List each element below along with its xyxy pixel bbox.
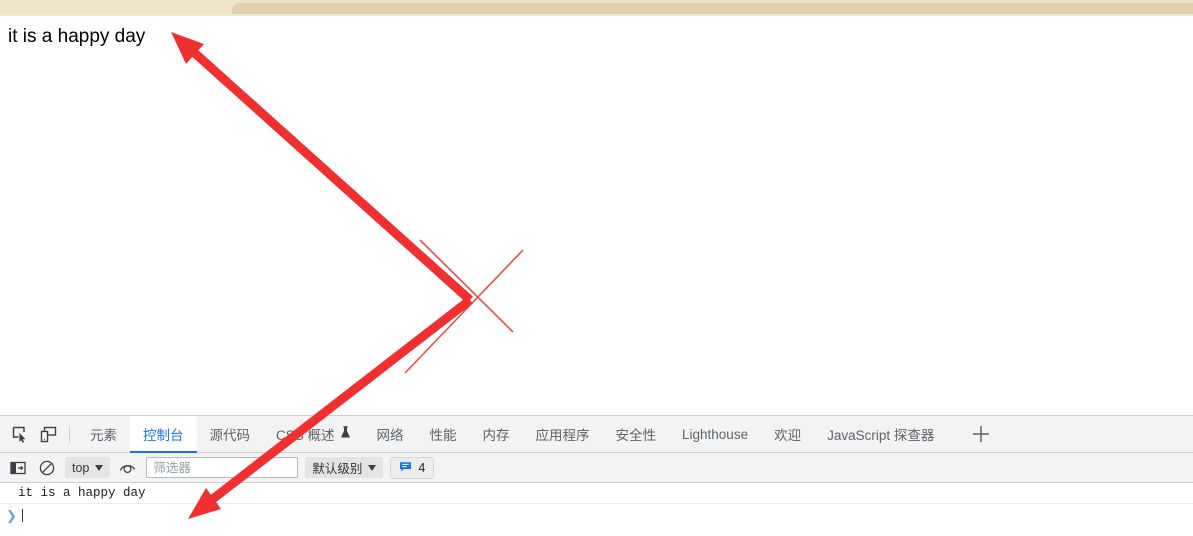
tab-label: 控制台: [143, 427, 184, 443]
console-filter-input[interactable]: [146, 457, 299, 478]
live-expression-icon[interactable]: [117, 457, 139, 479]
console-message-list: it is a happy day ❯: [0, 483, 1193, 534]
tab-performance[interactable]: 性能: [417, 416, 470, 452]
page-text: it is a happy day: [8, 26, 146, 47]
inspect-element-icon[interactable]: [6, 420, 34, 448]
chevron-down-icon: [95, 464, 104, 471]
message-count-badge[interactable]: 4: [390, 456, 435, 479]
tab-application[interactable]: 应用程序: [523, 416, 603, 452]
prompt-chevron-icon: ❯: [6, 507, 17, 523]
tab-elements[interactable]: 元素: [77, 416, 130, 452]
tab-lighthouse[interactable]: Lighthouse: [669, 416, 761, 452]
tab-label: 网络: [376, 428, 404, 443]
tab-label: Lighthouse: [682, 426, 749, 442]
chevron-down-icon: [368, 464, 377, 471]
console-sidebar-icon[interactable]: [7, 457, 29, 479]
page-viewport: it is a happy day: [0, 16, 1193, 415]
tab-console[interactable]: 控制台: [130, 416, 197, 453]
tab-label: 应用程序: [535, 428, 590, 443]
message-count: 4: [418, 460, 426, 475]
tab-css-overview[interactable]: CSS 概述: [263, 416, 364, 452]
tab-label: JavaScript 探查器: [827, 428, 935, 443]
message-bubble-icon: [399, 460, 412, 476]
prompt-caret: [21, 508, 23, 522]
execution-context-label: top: [72, 460, 90, 475]
tab-network[interactable]: 网络: [364, 416, 417, 452]
log-level-selector[interactable]: 默认级别: [305, 457, 384, 478]
log-level-label: 默认级别: [312, 462, 363, 476]
tab-label: 性能: [429, 428, 457, 443]
tab-label: 欢迎: [774, 428, 802, 443]
tab-label: 内存: [482, 428, 510, 443]
tab-label: 元素: [90, 428, 117, 443]
console-message[interactable]: it is a happy day: [0, 483, 1193, 504]
console-toolbar: top 默认级别 4: [0, 453, 1193, 483]
console-message-text: it is a happy day: [18, 486, 146, 500]
tab-label: 源代码: [209, 428, 251, 443]
tab-sources[interactable]: 源代码: [197, 416, 264, 452]
device-toolbar-icon[interactable]: [34, 420, 62, 448]
tab-label: 安全性: [615, 428, 657, 443]
clear-console-icon[interactable]: [36, 457, 58, 479]
tab-javascript-profiler[interactable]: JavaScript 探查器: [814, 416, 947, 452]
experiment-flask-icon: [340, 426, 351, 442]
tab-label: CSS 概述: [276, 428, 335, 443]
tab-security[interactable]: 安全性: [603, 416, 670, 452]
tab-welcome[interactable]: 欢迎: [761, 416, 814, 452]
execution-context-selector[interactable]: top: [65, 457, 111, 478]
add-panel-icon[interactable]: [965, 418, 997, 450]
devtools-tab-bar: 元素 控制台 源代码 CSS 概述 网络 性能 内存 应用程序 安全性 Ligh…: [0, 416, 1193, 453]
browser-tab[interactable]: [232, 3, 1193, 14]
console-prompt[interactable]: ❯: [0, 504, 1193, 526]
tab-memory[interactable]: 内存: [470, 416, 523, 452]
devtools-panel: 元素 控制台 源代码 CSS 概述 网络 性能 内存 应用程序 安全性 Ligh…: [0, 415, 1193, 536]
tabbar-divider: [69, 425, 70, 443]
browser-tab-strip: [0, 0, 1193, 14]
